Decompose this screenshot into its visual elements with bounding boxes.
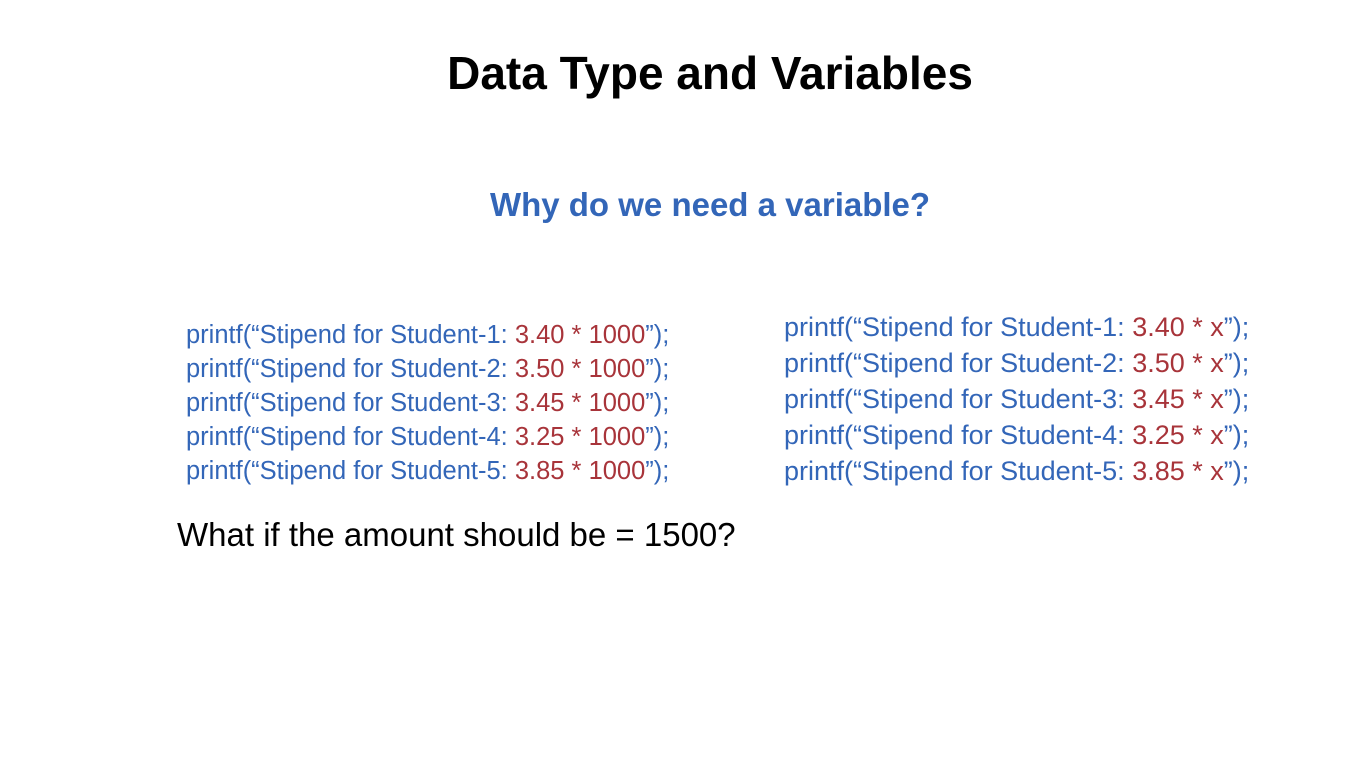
code-line: printf(“Stipend for Student-5: 3.85 * 10… [186,454,669,488]
slide-subtitle: Why do we need a variable? [489,186,931,223]
code-value: 3.40 * 1000 [514,321,646,349]
code-text: printf(“Stipend for Student-2: [186,355,515,383]
code-text: printf(“Stipend for Student-5: [186,457,515,485]
code-suffix: ”); [1223,456,1250,486]
code-suffix: ”); [645,389,670,417]
code-value: 3.40 * x [1132,312,1224,342]
code-value: 3.45 * x [1132,384,1224,414]
code-block-constant: printf(“Stipend for Student-1: 3.40 * 10… [186,318,669,488]
slide-title: Data Type and Variables [447,47,973,99]
code-suffix: ”); [1223,384,1250,414]
code-suffix: ”); [1223,420,1250,450]
code-text: printf(“Stipend for Student-1: [784,312,1133,342]
code-line: printf(“Stipend for Student-4: 3.25 * x”… [784,417,1249,453]
code-text: printf(“Stipend for Student-3: [186,389,515,417]
code-suffix: ”); [645,321,670,349]
code-value: 3.50 * 1000 [514,355,646,383]
code-value: 3.25 * x [1132,420,1224,450]
code-text: printf(“Stipend for Student-1: [186,321,515,349]
code-suffix: ”); [645,355,670,383]
code-text: printf(“Stipend for Student-4: [784,420,1133,450]
code-value: 3.25 * 1000 [514,423,646,451]
code-line: printf(“Stipend for Student-2: 3.50 * 10… [186,352,669,386]
code-block-variable: printf(“Stipend for Student-1: 3.40 * x”… [784,309,1249,489]
code-suffix: ”); [1223,348,1250,378]
code-line: printf(“Stipend for Student-1: 3.40 * 10… [186,318,669,352]
code-text: printf(“Stipend for Student-2: [784,348,1133,378]
code-suffix: ”); [645,423,670,451]
code-suffix: ”); [1223,312,1250,342]
question-text: What if the amount should be = 1500? [177,516,736,553]
code-suffix: ”); [645,457,670,485]
code-text: printf(“Stipend for Student-3: [784,384,1133,414]
code-line: printf(“Stipend for Student-3: 3.45 * x”… [784,381,1249,417]
code-line: printf(“Stipend for Student-5: 3.85 * x”… [784,453,1249,489]
code-line: printf(“Stipend for Student-2: 3.50 * x”… [784,345,1249,381]
code-line: printf(“Stipend for Student-4: 3.25 * 10… [186,420,669,454]
code-text: printf(“Stipend for Student-4: [186,423,515,451]
code-value: 3.85 * 1000 [514,457,646,485]
code-line: printf(“Stipend for Student-1: 3.40 * x”… [784,309,1249,345]
code-value: 3.50 * x [1132,348,1224,378]
code-value: 3.45 * 1000 [514,389,646,417]
code-value: 3.85 * x [1132,456,1224,486]
code-text: printf(“Stipend for Student-5: [784,456,1133,486]
code-line: printf(“Stipend for Student-3: 3.45 * 10… [186,386,669,420]
